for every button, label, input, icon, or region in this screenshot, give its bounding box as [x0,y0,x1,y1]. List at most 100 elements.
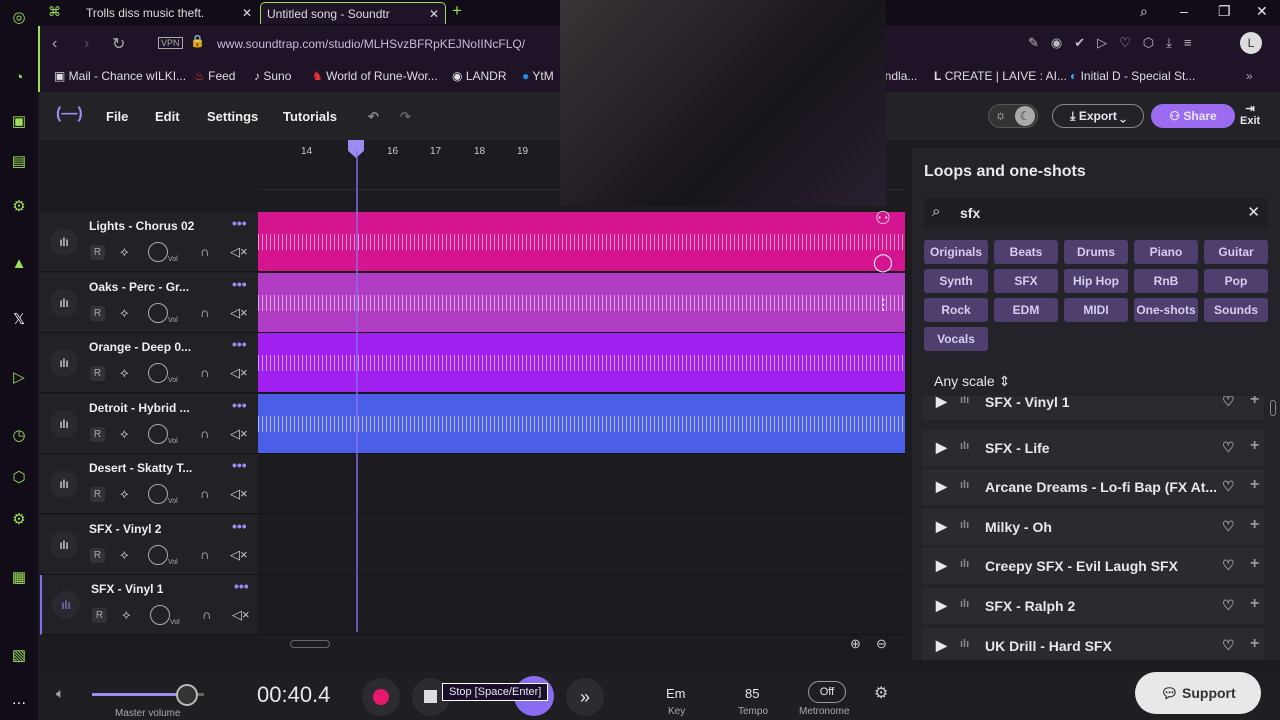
automation-icon[interactable]: ⟡ [120,547,129,563]
mute-icon[interactable]: ◁× [230,486,248,502]
tab-soundtrap[interactable]: Untitled song - Soundtr ✕ [260,2,446,24]
twitch-icon[interactable]: ▤ [9,152,29,172]
record-arm-button[interactable]: R [90,305,105,321]
solo-headphones-icon[interactable]: ∩ [200,486,209,501]
instrument-icon[interactable]: ılı [50,530,78,559]
address-actions-icons[interactable]: ✎◉✔▷♡⬡⤓≡ [1028,35,1203,51]
key-value[interactable]: Em [666,686,686,701]
category-chip[interactable]: Originals [924,240,988,264]
bookmark[interactable]: ◐ Initial D - Special St... [1070,69,1195,83]
playhead[interactable] [356,150,358,632]
chat-icon[interactable]: ◯ [866,252,900,296]
record-arm-button[interactable]: R [90,245,105,260]
menu-settings[interactable]: Settings [207,109,258,124]
mute-icon[interactable]: ◁× [232,607,250,623]
tempo-value[interactable]: 85 [745,686,759,701]
minimize-icon[interactable]: – [1180,3,1188,19]
horizontal-scrollbar[interactable] [258,640,824,650]
category-chip[interactable]: Vocals [924,327,988,351]
more-icon[interactable]: … [9,690,29,710]
instrument-icon[interactable]: ılı [50,470,78,498]
favorite-heart-icon[interactable]: ♡ [1222,396,1235,410]
solo-headphones-icon[interactable]: ∩ [200,244,209,259]
close-icon[interactable]: ✕ [242,2,252,24]
track-name[interactable]: Oaks - Perc - Gr... [89,280,189,294]
instrument-icon[interactable]: ılı [50,349,78,377]
record-arm-button[interactable]: R [90,547,105,563]
automation-icon[interactable]: ⟡ [120,486,129,502]
mute-icon[interactable]: ◁× [230,305,248,321]
track-header[interactable]: ılı Detroit - Hybrid ... ••• R ⟡ Vol ∩ ◁… [40,393,258,454]
bag-icon[interactable]: ▣ [9,112,29,132]
instrument-icon[interactable]: ılı [50,288,78,317]
track-menu-icon[interactable]: ••• [234,578,249,594]
play-preview-icon[interactable]: ▶ [936,597,947,614]
menu-file[interactable]: File [106,109,128,124]
result-item[interactable]: ▶ ılı SFX - Vinyl 1 ♡ + [922,396,1264,420]
volume-knob[interactable] [148,484,168,504]
mute-icon[interactable]: ◁× [230,547,248,563]
category-chip[interactable]: Guitar [1204,240,1268,264]
favorite-heart-icon[interactable]: ♡ [1222,557,1235,574]
mute-icon[interactable]: ◁× [230,365,248,381]
automation-icon[interactable]: ⟡ [120,305,129,321]
instrument-icon[interactable]: ılı [52,591,80,619]
track-name[interactable]: SFX - Vinyl 1 [91,582,163,596]
volume-knob[interactable] [150,605,170,625]
chatgpt-icon[interactable]: ⚙ [9,197,29,217]
search-input[interactable]: ⌕ sfx ✕ [924,198,1268,228]
metronome-toggle[interactable]: Off [808,681,846,703]
track-menu-icon[interactable]: ••• [232,397,247,413]
back-icon[interactable]: ‹ [52,35,57,53]
menu-tutorials[interactable]: Tutorials [283,109,337,124]
track-name[interactable]: SFX - Vinyl 2 [89,522,161,536]
mixer-icon[interactable]: ⫶ [866,296,900,340]
volume-knob[interactable] [148,302,168,323]
record-arm-button[interactable]: R [90,426,105,442]
track-name[interactable]: Orange - Deep 0... [89,340,191,354]
settings-gear-icon[interactable]: ⚙ [874,683,888,703]
category-chip[interactable]: EDM [994,298,1058,322]
play-preview-icon[interactable]: ▶ [936,478,947,495]
redo-icon[interactable]: ↷ [400,109,411,125]
category-chip[interactable]: Piano [1134,240,1198,264]
track-name[interactable]: Lights - Chorus 02 [89,219,194,233]
clear-search-icon[interactable]: ✕ [1247,203,1260,221]
automation-icon[interactable]: ⟡ [122,607,131,623]
export-button[interactable]: ⤓ Export ⌄ [1052,104,1144,128]
mute-icon[interactable]: ◁× [230,426,248,442]
close-window-icon[interactable]: ✕ [1256,3,1268,20]
new-tab-button[interactable]: + [452,1,462,21]
record-arm-button[interactable]: R [90,366,105,381]
instrument-icon[interactable]: ılı [50,409,78,438]
result-item[interactable]: ▶ ılı UK Drill - Hard SFX ♡ + [922,627,1264,660]
opera-logo-icon[interactable]: ◎ [9,8,29,28]
track-menu-icon[interactable]: ••• [232,518,247,534]
more-bookmarks-icon[interactable]: » [1246,69,1253,83]
category-chip[interactable]: One-shots [1134,298,1198,322]
category-chip[interactable]: Beats [994,240,1058,264]
tab-trolls[interactable]: Trolls diss music theft. ✕ [80,2,258,24]
favorite-heart-icon[interactable]: ♡ [1222,518,1235,535]
favorite-heart-icon[interactable]: ♡ [1222,597,1235,614]
track-menu-icon[interactable]: ••• [232,457,247,473]
track-name[interactable]: Detroit - Hybrid ... [89,401,190,415]
scale-select[interactable]: Any scale ⇕ [934,373,1010,390]
track-header[interactable]: ılı SFX - Vinyl 2 ••• R ⟡ Vol ∩ ◁× [40,514,258,575]
track-header[interactable]: ılı SFX - Vinyl 1 ••• R ⟡ Vol ∩ ◁× [40,575,258,635]
share-button[interactable]: ⚇ Share [1151,104,1235,128]
close-icon[interactable]: ✕ [429,3,439,25]
track-header[interactable]: ılı Lights - Chorus 02 ••• R ⟡ Vol ∩ ◁× [40,212,258,272]
add-icon[interactable]: + [1250,476,1259,494]
reload-icon[interactable]: ↻ [112,34,125,54]
volume-knob[interactable] [148,242,168,262]
add-icon[interactable]: + [1250,595,1259,613]
category-chip[interactable]: MIDI [1064,298,1128,322]
bookmark[interactable]: ◉ LANDR [452,69,507,83]
menu-edit[interactable]: Edit [155,109,180,124]
solo-headphones-icon[interactable]: ∩ [200,547,209,562]
play-preview-icon[interactable]: ▶ [936,637,947,654]
play-icon[interactable]: ▷ [9,368,29,388]
instrument-icon[interactable]: ılı [50,228,78,256]
track-menu-icon[interactable]: ••• [232,215,247,231]
